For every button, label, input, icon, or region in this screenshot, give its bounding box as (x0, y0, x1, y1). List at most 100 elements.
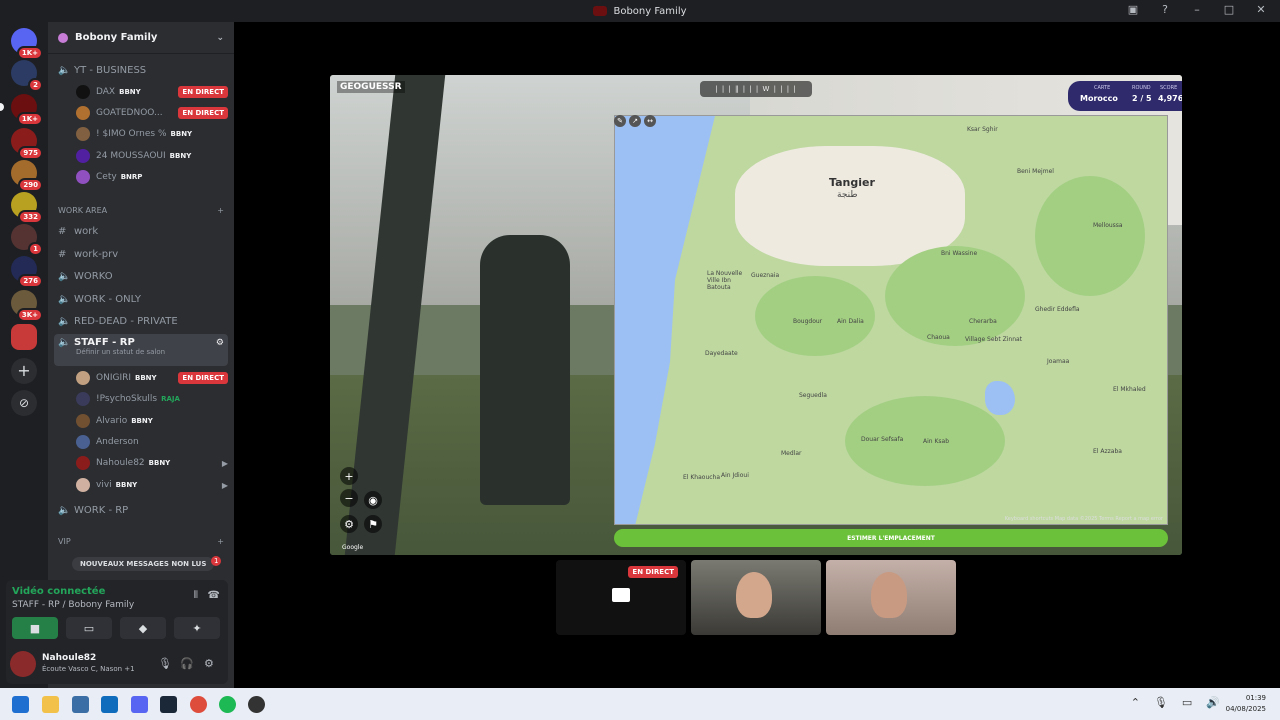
member-row[interactable]: !PsychoSkulls RAJA (76, 389, 228, 409)
stream-tile-webcam[interactable] (826, 560, 956, 635)
maximize-button[interactable]: □ (1220, 3, 1238, 16)
discord-icon[interactable] (131, 696, 148, 713)
category-work-area[interactable]: WORK AREA + (58, 206, 224, 215)
member-name: 24 MOUSSAOUI (96, 151, 166, 161)
channel-status[interactable]: Définir un statut de salon (76, 348, 165, 356)
member-row[interactable]: DAX BBNY EN DIRECT (76, 82, 228, 102)
voice-channel-work-rp[interactable]: 🔈 WORK - RP (54, 500, 228, 520)
voice-channel-red-dead[interactable]: 🔈 RED-DEAD - PRIVATE (54, 311, 228, 331)
avatar[interactable] (10, 651, 36, 677)
hash-icon: # (58, 225, 67, 237)
score-label: SCORE (1160, 85, 1178, 91)
voice-channel-staff-rp[interactable]: 🔈 STAFF - RP ⚙ Définir un statut de salon (54, 334, 228, 366)
expand-icon[interactable]: ↗ (629, 115, 641, 127)
server-header[interactable]: Bobony Family ⌄ (48, 22, 234, 54)
category-vip[interactable]: VIP + (58, 537, 224, 546)
server-icon[interactable]: 290 (11, 160, 43, 192)
microphone-icon[interactable]: 🎙 (1154, 696, 1168, 709)
google-watermark: Google (342, 544, 364, 551)
outlook-icon[interactable] (101, 696, 118, 713)
webcam-person (871, 572, 907, 618)
clock[interactable]: 01:39 04/08/2025 (1226, 693, 1266, 715)
chevron-up-icon[interactable]: ⌃ (1131, 696, 1140, 709)
camera-button[interactable]: ■ (12, 617, 58, 639)
server-icon[interactable]: 276 (11, 256, 43, 288)
disconnect-icon[interactable]: ☎ (208, 590, 220, 601)
guess-button[interactable]: ESTIMER L'EMPLACEMENT (614, 529, 1168, 547)
guess-map[interactable]: Tangier طنجة Gueznaia La Nouvelle Ville … (614, 115, 1168, 525)
member-row[interactable]: Cety BNRP (76, 167, 228, 187)
file-explorer-icon[interactable] (42, 696, 59, 713)
zoom-out-button[interactable]: − (340, 489, 358, 507)
geoguessr-stream[interactable]: GEOGUESSR | | | ‖ | | | W | | | | CARTE … (330, 75, 1182, 555)
member-row[interactable]: vivi BBNY ▶ (76, 475, 228, 495)
stream-tile-webcam[interactable] (691, 560, 821, 635)
live-badge: EN DIRECT (628, 566, 678, 578)
discover-icon[interactable]: ⊘ (11, 390, 37, 416)
voice-channel-worko[interactable]: 🔈 WORKO (54, 266, 228, 286)
pin-icon[interactable]: ✎ (614, 115, 626, 127)
stream-tile-screen[interactable]: EN DIRECT (556, 560, 686, 635)
server-icon[interactable] (11, 324, 37, 350)
chrome-icon[interactable] (190, 696, 207, 713)
member-row[interactable]: Anderson (76, 432, 228, 452)
camera-icon: ▶ (221, 480, 228, 490)
map-label: El Khaoucha (683, 474, 721, 481)
settings-icon[interactable]: ⚙ (204, 657, 214, 670)
app-icon[interactable] (72, 696, 89, 713)
server-icon[interactable]: 975 (11, 128, 43, 160)
spotify-icon[interactable] (219, 696, 236, 713)
start-icon[interactable] (12, 696, 29, 713)
new-messages-pill[interactable]: NOUVEAUX MESSAGES NON LUS (72, 557, 215, 571)
close-button[interactable]: ✕ (1252, 3, 1270, 16)
add-server-icon[interactable]: + (11, 358, 37, 384)
member-tag: BBNY (131, 417, 153, 425)
member-row[interactable]: ONIGIRI BBNY EN DIRECT (76, 368, 228, 388)
activity-button[interactable]: ◆ (120, 617, 166, 639)
member-row[interactable]: ! $IMO Ornes % BBNY (76, 124, 228, 144)
map-label: El Azzaba (1093, 448, 1122, 455)
flag-icon[interactable]: ⚑ (364, 515, 382, 533)
text-channel-work-prv[interactable]: # work-prv (54, 244, 228, 264)
map-label: طنجة (837, 190, 858, 200)
server-icon-bobony[interactable]: 1K+ (0, 94, 43, 126)
steam-icon[interactable] (160, 696, 177, 713)
microphone-icon[interactable]: 🎙 (158, 657, 172, 670)
volume-icon[interactable]: 🔊 (1206, 696, 1220, 709)
voice-channel-info[interactable]: STAFF - RP / Bobony Family (12, 600, 134, 610)
screen-share-button[interactable]: ▭ (66, 617, 112, 639)
server-icon[interactable]: 2 (11, 60, 43, 92)
server-icon[interactable]: 1 (11, 224, 43, 256)
home-button[interactable]: 1K+ (11, 28, 43, 60)
member-row[interactable]: Alvario BBNY (76, 411, 228, 431)
display-icon[interactable]: ▭ (1182, 696, 1192, 709)
member-row[interactable]: GOATEDNOO... EN DIRECT (76, 103, 228, 123)
app-icon[interactable] (248, 696, 265, 713)
avatar (76, 392, 90, 406)
settings-icon[interactable]: ⚙ (216, 338, 224, 348)
badge: 1 (28, 242, 43, 256)
location-icon[interactable]: ◉ (364, 491, 382, 509)
server-icon[interactable]: 3K+ (11, 290, 43, 322)
help-icon[interactable]: ? (1156, 3, 1174, 16)
map-label: Dayedaate (705, 350, 738, 357)
voice-channel-yt-business[interactable]: 🔈 YT - BUSINESS (54, 60, 228, 80)
inbox-icon[interactable]: ▣ (1124, 3, 1142, 16)
minimize-button[interactable]: – (1188, 3, 1206, 16)
headphones-icon[interactable]: 🎧 (180, 657, 194, 670)
add-channel-icon[interactable]: + (217, 206, 224, 215)
settings-icon[interactable]: ⚙ (340, 515, 358, 533)
text-channel-work[interactable]: # work (54, 221, 228, 241)
map-label: Beni Mejmel (1017, 168, 1054, 175)
noise-suppression-icon[interactable]: ⦀ (194, 590, 198, 601)
collapse-icon[interactable]: ↔ (644, 115, 656, 127)
server-icon[interactable]: 332 (11, 192, 43, 224)
map-forest (1035, 176, 1145, 296)
add-channel-icon[interactable]: + (217, 537, 224, 546)
member-row[interactable]: 24 MOUSSAOUI BBNY (76, 146, 228, 166)
member-row[interactable]: Nahoule82 BBNY ▶ (76, 453, 228, 473)
voice-status[interactable]: Vidéo connectée (12, 586, 105, 597)
zoom-in-button[interactable]: + (340, 467, 358, 485)
soundboard-button[interactable]: ✦ (174, 617, 220, 639)
voice-channel-work-only[interactable]: 🔈 WORK - ONLY (54, 289, 228, 309)
